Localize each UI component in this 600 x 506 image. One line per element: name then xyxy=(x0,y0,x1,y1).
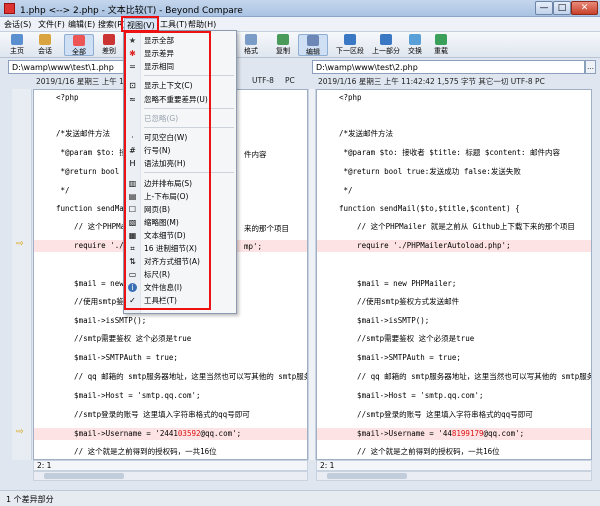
right-file-info: 2019/1/16 星期三 上午 11:42:42 1,575 字节 其它一切 … xyxy=(318,77,545,86)
code-line: //smtp登录的账号 这里填入字符串格式的qq号即可 xyxy=(339,410,533,419)
right-horizontal-scrollbar[interactable] xyxy=(316,471,592,481)
code-line: // 这个PHPMailer 就是之前从 Github上下载下来的那个项目 xyxy=(339,222,575,231)
menu-tools[interactable]: 工具(T) xyxy=(160,19,187,30)
right-text-pane[interactable]: <?php /*发送邮件方法 *@param $to: 接收者 $title: … xyxy=(316,89,592,460)
edit-icon xyxy=(307,35,319,46)
maximize-button[interactable]: □ xyxy=(553,1,571,15)
code-line: *@param $to: 接收者 $title: 标题 $content: 邮件… xyxy=(339,148,561,157)
swap-icon xyxy=(409,34,421,45)
scroll-thumb[interactable] xyxy=(44,473,124,479)
code-line: $mail->SMTPAuth = true; xyxy=(56,353,178,362)
left-cursor-position: 2: 1 xyxy=(33,460,308,471)
next-section-button[interactable]: 下一区段 xyxy=(332,34,368,56)
diff-arrow-icon: ⇨ xyxy=(16,239,24,249)
show-all-button[interactable]: 全部 xyxy=(64,34,94,56)
highlight-box-view-menu xyxy=(121,16,159,32)
code-line: $mail->Host = 'smtp.qq.com'; xyxy=(339,391,484,400)
left-lineend[interactable]: PC xyxy=(285,76,295,88)
reload-button[interactable]: 重载 xyxy=(426,34,456,56)
code-line: $mail->SMTPAuth = true; xyxy=(339,353,461,362)
code-line: function sendMail($to,$title,$content) { xyxy=(339,204,520,213)
show-diff-button[interactable]: 差别 xyxy=(94,34,124,56)
diff-line: require './PHPMailerAutoload.php'; xyxy=(317,240,591,252)
code-line: // 这个就是之前得到的授权码，一共16位 xyxy=(56,447,217,456)
format-button[interactable]: 格式 xyxy=(236,34,266,56)
menu-bar: 会话(S) 文件(F) 编辑(E) 搜索(R) 视图(V) 工具(T) 帮助(H… xyxy=(0,17,600,32)
scroll-thumb[interactable] xyxy=(327,473,407,479)
code-line: */ xyxy=(339,186,353,195)
right-cursor-position: 2: 1 xyxy=(316,460,592,471)
code-line: /*发送邮件方法 xyxy=(339,129,394,138)
code-fragment: mp'; xyxy=(244,242,263,251)
menu-file[interactable]: 文件(F) xyxy=(38,19,65,30)
arrow-up-icon xyxy=(380,34,392,45)
code-fragment: 来的那个项目 xyxy=(244,224,289,233)
diff-line: $mail->Username = '448199179@qq.com'; xyxy=(317,428,591,440)
prev-section-button[interactable]: 上一部分 xyxy=(368,34,404,56)
edit-button[interactable]: 编辑 xyxy=(298,34,328,56)
menu-session[interactable]: 会话(S) xyxy=(4,19,31,30)
code-fragment: 件内容 xyxy=(244,150,267,159)
title-bar: 1.php <--> 2.php - 文本比较(T) - Beyond Comp… xyxy=(0,0,600,17)
format-icon xyxy=(245,34,257,45)
toolbar: 主页 会话 全部 差别 格式 复制 编辑 下一区段 上一部分 交换 重载 xyxy=(0,32,600,58)
left-gutter: ⇨ ⇨ xyxy=(12,89,32,460)
diff-arrow-icon: ⇨ xyxy=(16,427,24,437)
show-all-icon xyxy=(73,35,85,46)
left-encoding[interactable]: UTF-8 xyxy=(252,76,274,88)
pane-splitter[interactable] xyxy=(308,89,316,460)
code-line: //使用smtp鉴权方式发送邮件 xyxy=(339,297,460,306)
right-path-input[interactable]: D:\wamp\www\test\2.php xyxy=(312,60,585,74)
session-button[interactable]: 会话 xyxy=(30,34,60,56)
code-line: <?php xyxy=(339,93,362,102)
menu-edit[interactable]: 编辑(E) xyxy=(68,19,95,30)
app-icon xyxy=(4,3,15,14)
close-button[interactable]: ✕ xyxy=(571,1,598,15)
code-line: // qq 邮箱的 smtp服务器地址，这里当然也可以写其他的 smtp服务器地… xyxy=(339,372,591,381)
highlight-box-dropdown xyxy=(124,31,211,310)
home-icon xyxy=(11,34,23,45)
code-line: $mail = new PHPMailer; xyxy=(339,279,457,288)
menu-help[interactable]: 帮助(H) xyxy=(188,19,216,30)
code-line: //smtp需要鉴权 这个必须是true xyxy=(339,334,475,343)
diff-line: $mail->Username = '244103592@qq.com'; xyxy=(34,428,307,440)
status-bar: 1 个差异部分 xyxy=(0,490,600,506)
session-icon xyxy=(39,34,51,45)
code-line: $mail->isSMTP(); xyxy=(56,316,147,325)
code-line: // 这个就是之前得到的授权码，一共16位 xyxy=(339,447,500,456)
left-horizontal-scrollbar[interactable] xyxy=(33,471,308,481)
code-line: $mail->isSMTP(); xyxy=(339,316,430,325)
minimize-button[interactable]: — xyxy=(535,1,553,15)
code-line: //smtp需要鉴权 这个必须是true xyxy=(56,334,192,343)
copy-icon xyxy=(277,34,289,45)
copy-button[interactable]: 复制 xyxy=(268,34,298,56)
right-browse-button[interactable]: … xyxy=(585,60,596,74)
window-title: 1.php <--> 2.php - 文本比较(T) - Beyond Comp… xyxy=(20,6,243,16)
code-line: //smtp登录的账号 这里填入字符串格式的qq号即可 xyxy=(56,410,250,419)
code-line: $mail->Host = 'smtp.qq.com'; xyxy=(56,391,201,400)
code-line: // qq 邮箱的 smtp服务器地址，这里当然也可以写其他的 smtp服务 xyxy=(56,372,307,381)
arrow-down-icon xyxy=(344,34,356,45)
diff-icon xyxy=(103,34,115,45)
code-line: *@return bool true:发送成功 false:发送失败 xyxy=(339,167,521,176)
home-button[interactable]: 主页 xyxy=(2,34,32,56)
reload-icon xyxy=(435,34,447,45)
